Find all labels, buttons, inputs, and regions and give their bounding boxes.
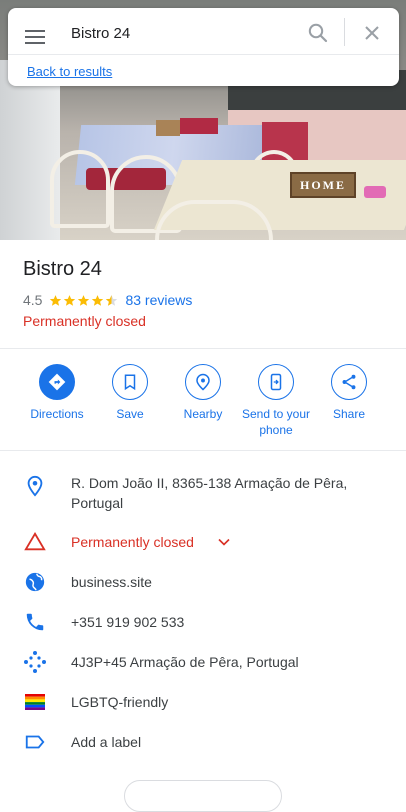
back-to-results-link[interactable]: Back to results — [27, 64, 112, 79]
rating-value: 4.5 — [23, 292, 43, 308]
star-icon — [64, 294, 76, 306]
divider — [0, 450, 406, 451]
divider — [0, 348, 406, 349]
photo-box — [156, 120, 180, 136]
nearby-label: Nearby — [183, 407, 223, 421]
star-icon — [50, 294, 62, 306]
rating-stars — [49, 294, 119, 307]
photo-cup — [364, 186, 386, 198]
nearby-button[interactable]: Nearby — [163, 364, 243, 422]
save-button[interactable]: Save — [90, 364, 170, 422]
chevron-down-icon[interactable] — [214, 532, 234, 552]
photo-chair — [155, 200, 273, 240]
hours-status-row[interactable]: Permanently closed — [0, 522, 406, 562]
warning-icon — [23, 530, 47, 554]
plus-code-text: 4J3P+45 Armação de Pêra, Portugal — [71, 654, 299, 670]
send-to-phone-icon — [270, 373, 282, 391]
plus-code-row[interactable]: 4J3P+45 Armação de Pêra, Portugal — [0, 642, 406, 682]
half-star-icon — [106, 294, 118, 306]
website-row[interactable]: business.site — [0, 562, 406, 602]
send-to-phone-label: Send to your phone — [241, 407, 311, 437]
send-to-phone-button[interactable]: Send to your phone — [236, 364, 316, 438]
phone-row[interactable]: +351 919 902 533 — [0, 602, 406, 642]
bookmark-icon — [124, 374, 136, 391]
menu-icon[interactable] — [25, 30, 45, 44]
action-bar: Directions Save Nearby Send to your phon… — [0, 364, 406, 444]
directions-button[interactable]: Directions — [17, 364, 97, 422]
share-icon — [342, 374, 356, 390]
close-icon[interactable] — [360, 21, 384, 45]
photo-home-sign: HOME — [290, 172, 356, 198]
directions-label: Directions — [30, 407, 84, 421]
rainbow-flag-icon — [23, 690, 47, 714]
save-label: Save — [116, 407, 144, 421]
address-text: R. Dom João II, 8365-138 Armação de Pêra… — [71, 475, 348, 511]
amenity-text: LGBTQ-friendly — [71, 694, 169, 710]
add-label-row[interactable]: Add a label — [0, 722, 406, 762]
website-text: business.site — [71, 574, 152, 590]
plus-code-icon — [23, 650, 47, 674]
search-input[interactable]: Bistro 24 — [71, 24, 130, 44]
globe-icon — [23, 570, 47, 594]
search-icon[interactable] — [306, 21, 330, 45]
search-card-divider — [8, 54, 399, 55]
share-button[interactable]: Share — [309, 364, 389, 422]
reviews-link[interactable]: 83 reviews — [125, 292, 192, 308]
place-title: Bistro 24 — [23, 258, 102, 280]
share-label: Share — [332, 407, 366, 421]
status-badge: Permanently closed — [23, 313, 146, 329]
search-divider — [344, 18, 345, 46]
add-label-text: Add a label — [71, 734, 142, 750]
closed-status-text: Permanently closed — [71, 534, 194, 550]
directions-icon — [48, 373, 66, 391]
rating-row: 4.5 83 reviews — [23, 292, 192, 308]
phone-icon — [23, 610, 47, 634]
location-pin-icon — [23, 474, 47, 498]
label-icon — [23, 730, 47, 754]
amenity-row[interactable]: LGBTQ-friendly — [0, 682, 406, 722]
photo-red-cushion — [180, 118, 218, 134]
phone-text: +351 919 902 533 — [71, 614, 185, 630]
photo-chair — [50, 150, 110, 228]
search-card: Bistro 24 Back to results — [8, 8, 399, 86]
address-row[interactable]: R. Dom João II, 8365-138 Armação de Pêra… — [0, 470, 406, 514]
star-icon — [92, 294, 104, 306]
star-icon — [78, 294, 90, 306]
nearby-icon — [196, 373, 210, 391]
